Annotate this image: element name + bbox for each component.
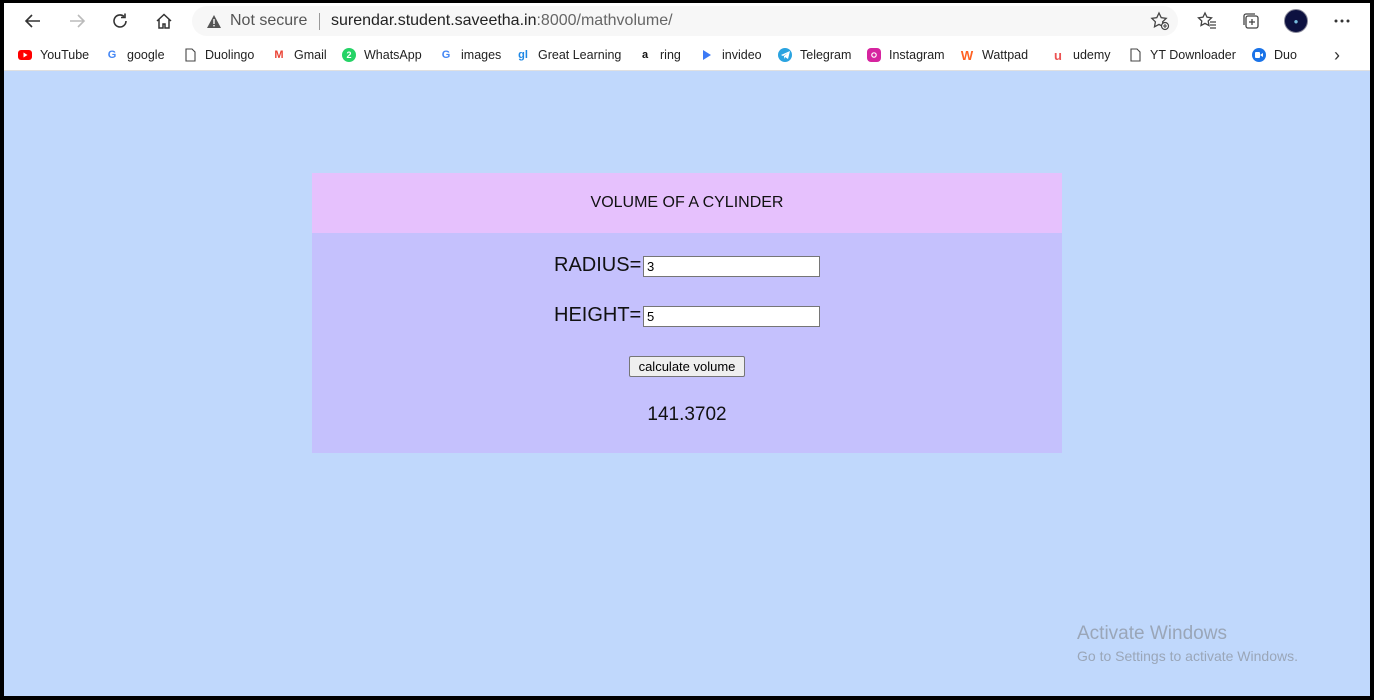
- browser-window: Not secure surendar.student.saveetha.in:…: [4, 3, 1370, 696]
- bookmark-telegram[interactable]: Telegram: [778, 45, 851, 65]
- more-button[interactable]: [1327, 7, 1357, 35]
- windows-activation-watermark: Activate Windows Go to Settings to activ…: [1077, 623, 1298, 664]
- bookmark-label: images: [461, 48, 502, 62]
- bookmark-label: udemy: [1073, 48, 1111, 62]
- bookmark-label: Duo: [1274, 48, 1297, 62]
- bookmark-duolingo[interactable]: Duolingo: [183, 45, 254, 65]
- form-body: RADIUS= HEIGHT= calculate volume 141.370…: [312, 233, 1062, 453]
- url-path: :8000/mathvolume/: [536, 12, 673, 29]
- udemy-icon: u: [1054, 47, 1062, 63]
- reload-icon: [113, 13, 127, 28]
- calculate-volume-button[interactable]: calculate volume: [629, 356, 745, 377]
- favorites-icon: [1197, 11, 1216, 29]
- bookmark-label: YouTube: [40, 48, 90, 62]
- telegram-icon: [778, 48, 792, 62]
- radius-input[interactable]: [643, 256, 820, 277]
- bookmark-wattpad[interactable]: W Wattpad: [960, 45, 1028, 65]
- page-content: VOLUME OF A CYLINDER RADIUS= HEIGHT= cal…: [4, 71, 1370, 696]
- address-bar[interactable]: Not secure surendar.student.saveetha.in:…: [192, 6, 1178, 36]
- profile-avatar[interactable]: ●: [1284, 9, 1308, 33]
- gmail-icon: M: [274, 49, 284, 61]
- bookmark-great-learning[interactable]: gl Great Learning: [516, 45, 621, 65]
- bookmarks-bar: YouTube Ggoogle Duolingo M Gmail 2 WhatsAp…: [4, 39, 1370, 71]
- url-host: surendar.student.saveetha.in: [331, 12, 537, 29]
- bookmark-label: Telegram: [800, 48, 852, 62]
- browser-toolbar: Not secure surendar.student.saveetha.in:…: [4, 3, 1370, 39]
- bookmark-label: invideo: [722, 48, 762, 62]
- home-button[interactable]: [149, 7, 179, 35]
- add-favorite-icon[interactable]: [1150, 11, 1170, 31]
- bookmark-images[interactable]: Gimages: [439, 45, 502, 65]
- bookmark-youtube[interactable]: YouTube: [18, 45, 89, 65]
- bookmark-label: Gmail: [294, 48, 327, 62]
- forward-button[interactable]: [62, 7, 92, 35]
- bookmark-label: ring: [660, 48, 681, 62]
- address-separator: [319, 13, 320, 30]
- watermark-title: Activate Windows: [1077, 623, 1227, 644]
- page-icon: [1128, 48, 1142, 62]
- bookmark-label: Instagram: [889, 48, 945, 62]
- collections-icon: [1243, 13, 1259, 29]
- reload-button[interactable]: [105, 7, 135, 35]
- security-label[interactable]: Not secure: [230, 12, 307, 30]
- duo-icon: [1252, 48, 1266, 62]
- avatar-logo: ●: [1293, 16, 1299, 26]
- invideo-icon: [700, 48, 714, 62]
- forward-icon: [70, 14, 86, 28]
- bookmark-label: YT Downloader: [1150, 48, 1236, 62]
- whatsapp-icon: 2: [342, 48, 356, 62]
- bookmark-invideo[interactable]: invideo: [700, 45, 762, 65]
- bookmark-whatsapp[interactable]: 2 WhatsApp: [342, 45, 422, 65]
- bookmark-label: Duolingo: [205, 48, 255, 62]
- collections-button[interactable]: [1236, 7, 1266, 35]
- volume-result: 141.3702: [647, 404, 727, 425]
- bookmark-label: Great Learning: [538, 48, 622, 62]
- bookmark-gmail[interactable]: M Gmail: [272, 45, 327, 65]
- bookmark-instagram[interactable]: Instagram: [867, 45, 945, 65]
- bookmark-google[interactable]: Ggoogle: [105, 45, 165, 65]
- favorites-button[interactable]: [1192, 7, 1222, 35]
- great-learning-icon: gl: [518, 49, 528, 61]
- youtube-icon: [18, 48, 32, 62]
- bookmark-duo[interactable]: Duo: [1252, 45, 1297, 65]
- bookmark-label: Wattpad: [982, 48, 1029, 62]
- google-icon: G: [441, 49, 451, 61]
- height-input[interactable]: [643, 306, 820, 327]
- wattpad-icon: W: [960, 47, 974, 63]
- bookmark-yt-downloader[interactable]: YT Downloader: [1128, 45, 1236, 65]
- chevron-right-icon[interactable]: ›: [1334, 45, 1340, 66]
- page-title: VOLUME OF A CYLINDER: [590, 194, 784, 211]
- google-icon: G: [107, 49, 117, 61]
- warning-icon: [207, 15, 221, 28]
- watermark-subtitle: Go to Settings to activate Windows.: [1077, 648, 1298, 664]
- bookmark-ring[interactable]: a ring: [638, 45, 681, 65]
- amazon-icon: a: [641, 49, 649, 61]
- more-icon: [1334, 19, 1350, 23]
- bookmark-udemy[interactable]: u udemy: [1051, 45, 1111, 65]
- home-icon: [156, 13, 172, 29]
- bookmark-label: WhatsApp: [364, 48, 422, 62]
- form-header: VOLUME OF A CYLINDER: [312, 173, 1062, 233]
- page-icon: [183, 48, 197, 62]
- back-icon: [24, 14, 40, 28]
- instagram-icon: [867, 48, 881, 62]
- back-button[interactable]: [18, 7, 48, 35]
- height-label: HEIGHT=: [554, 304, 642, 326]
- bookmark-label: google: [127, 48, 165, 62]
- radius-label: RADIUS=: [554, 254, 642, 276]
- url-text[interactable]: surendar.student.saveetha.in:8000/mathvo…: [331, 12, 673, 30]
